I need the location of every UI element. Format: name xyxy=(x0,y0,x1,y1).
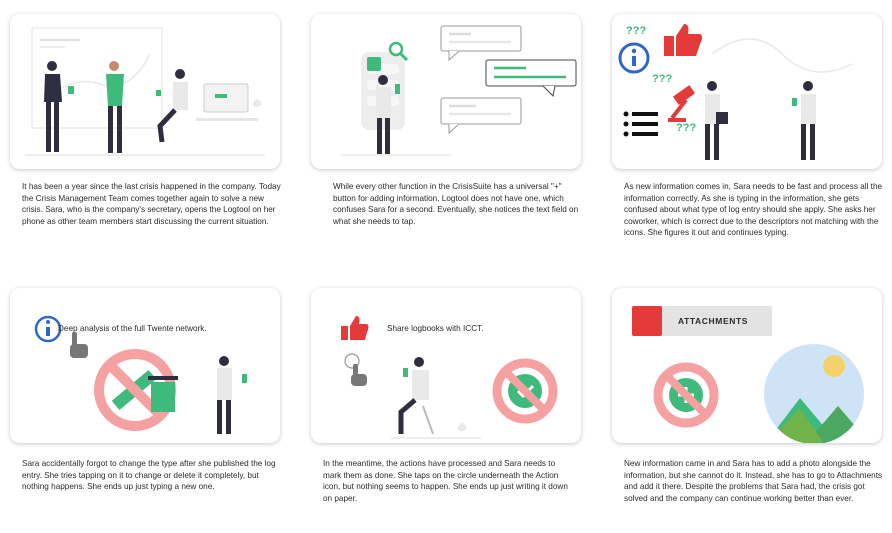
list-icon xyxy=(623,111,658,137)
storyboard-panel-2 xyxy=(311,14,581,169)
panel-2-caption: While every other function in the Crisis… xyxy=(333,182,579,226)
chat-bubble-icon xyxy=(440,25,522,62)
panel-6-caption: New information came in and Sara has to … xyxy=(624,459,883,503)
team-meeting-illustration xyxy=(25,27,265,156)
question-marks-icon: ??? xyxy=(676,122,696,134)
add-photo-illustration xyxy=(653,344,864,443)
no-add-icon xyxy=(653,362,719,428)
confused-icons-illustration: ??? ??? ??? xyxy=(618,24,853,160)
storyboard-panel-3: ??? ??? ??? xyxy=(612,14,882,169)
storyboard-panel-6: ATTACHMENTS xyxy=(612,288,882,443)
storyboard-panel-4: Deep analysis of the full Twente network… xyxy=(10,288,280,443)
delete-entry-illustration xyxy=(34,315,247,434)
chat-bubble-icon xyxy=(440,97,522,135)
gavel-icon xyxy=(668,85,696,122)
tap-hand-icon xyxy=(351,364,367,386)
green-square-icon xyxy=(367,57,381,71)
question-marks-icon: ??? xyxy=(652,73,672,85)
info-icon xyxy=(618,42,650,74)
panel-4-caption: Sara accidentally forgot to change the t… xyxy=(22,459,276,492)
search-phone-illustration xyxy=(341,25,577,156)
log-entry-label: Deep analysis of the full Twente network… xyxy=(58,324,207,333)
chat-bubble-icon xyxy=(485,59,577,98)
panel-5-caption: In the meantime, the actions have proces… xyxy=(323,459,568,503)
storyboard-panel-5: Share logbooks with ICCT. xyxy=(311,288,581,443)
panel-1-caption: It has been a year since the last crisis… xyxy=(22,182,281,226)
panel-3-caption: As new information comes in, Sara needs … xyxy=(624,182,883,238)
share-logbooks-label: Share logbooks with ICCT. xyxy=(387,324,484,333)
thumbs-up-icon xyxy=(341,316,369,340)
mark-done-illustration xyxy=(341,316,558,439)
storyboard-panel-1 xyxy=(10,14,280,169)
no-check-icon xyxy=(492,358,558,424)
image-icon xyxy=(764,344,864,443)
tap-hand-icon xyxy=(70,332,88,358)
question-marks-icon: ??? xyxy=(626,25,646,37)
thumbs-up-icon xyxy=(664,24,702,56)
info-icon xyxy=(34,315,62,343)
